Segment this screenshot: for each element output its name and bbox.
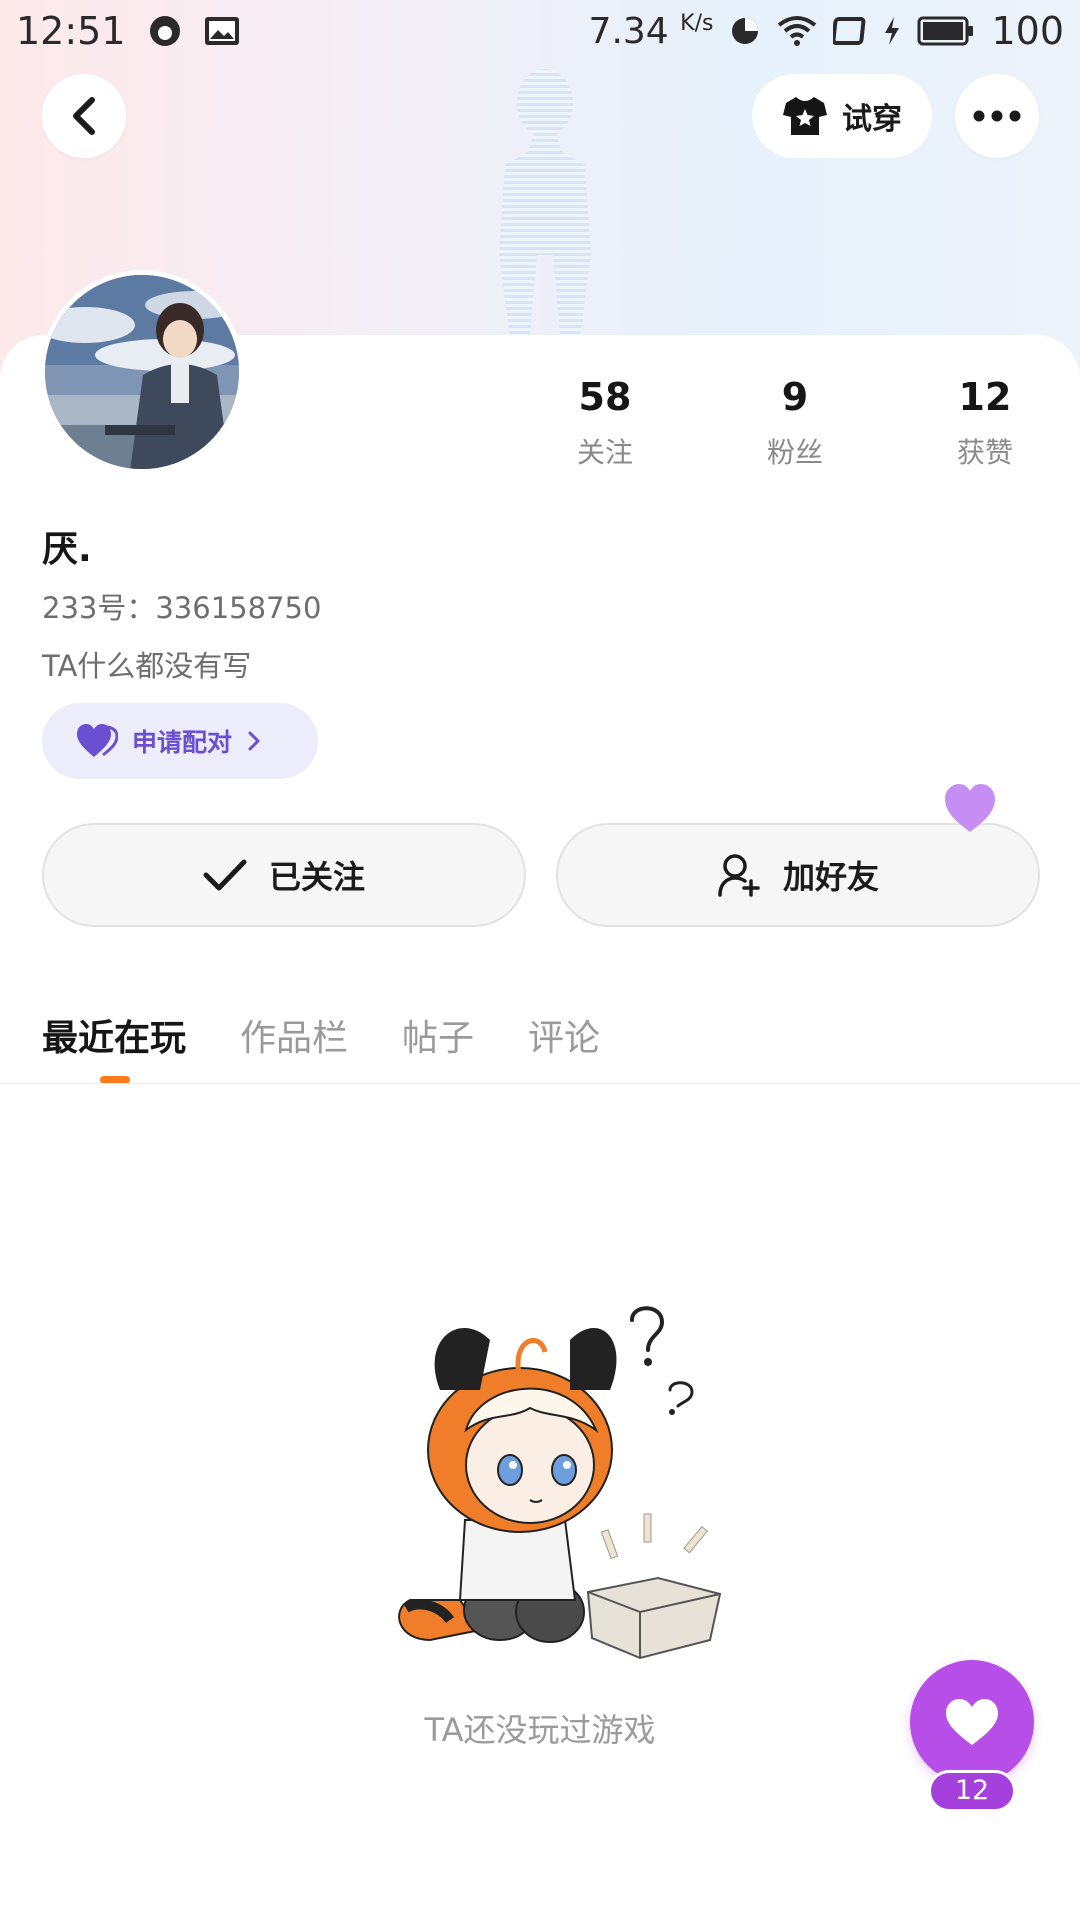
add-friend-label: 加好友 [782, 858, 879, 896]
like-fab-button[interactable] [910, 1660, 1034, 1784]
profile-tabs: 最近在玩 作品栏 帖子 评论 [42, 1000, 600, 1070]
tab-works[interactable]: 作品栏 [240, 1009, 348, 1061]
apply-pair-button[interactable]: 申请配对 [42, 703, 318, 779]
screen-icon [833, 16, 867, 46]
user-id: 233号：336158750 [42, 591, 322, 625]
app-notification-icon [148, 14, 182, 48]
net-speed: 7.34 K/s [588, 10, 714, 52]
check-icon [203, 859, 247, 891]
heart-icon [946, 1699, 998, 1745]
tab-recently-played[interactable]: 最近在玩 [42, 1009, 186, 1061]
stat-following-label: 关注 [576, 436, 633, 469]
status-bar: 12:51 7.34 K/s 100 [0, 0, 1080, 62]
avatar[interactable] [40, 270, 244, 474]
charging-icon [883, 16, 901, 46]
stat-likes-label: 获赞 [956, 436, 1013, 469]
followed-label: 已关注 [268, 858, 365, 896]
stat-following[interactable]: 58 关注 [535, 375, 675, 475]
avatar-image [45, 275, 239, 469]
data-saver-icon [729, 15, 761, 47]
heart-icon [945, 784, 995, 832]
tshirt-icon [783, 97, 827, 135]
gallery-notification-icon [204, 16, 240, 46]
battery-icon [917, 16, 975, 46]
stat-likes-value: 12 [958, 375, 1012, 419]
chevron-right-icon [248, 731, 260, 751]
add-friend-button[interactable]: 加好友 [556, 823, 1040, 927]
apply-pair-label: 申请配对 [132, 728, 233, 757]
back-button[interactable] [42, 74, 126, 158]
avatar-figure-hologram [499, 69, 591, 345]
stat-fans-label: 粉丝 [766, 436, 823, 469]
tab-comments[interactable]: 评论 [528, 1009, 600, 1061]
try-on-button[interactable]: 试穿 [752, 74, 932, 158]
status-time: 12:51 [16, 9, 126, 53]
more-dots-icon [973, 110, 1021, 122]
try-on-label: 试穿 [842, 102, 902, 137]
stat-fans-value: 9 [781, 375, 809, 419]
double-heart-icon [77, 724, 118, 757]
stat-likes[interactable]: 12 获赞 [915, 375, 1055, 475]
stat-following-value: 58 [578, 375, 632, 419]
more-button[interactable] [955, 74, 1039, 158]
profile-card [0, 335, 1080, 1920]
user-bio: TA什么都没有写 [42, 649, 252, 683]
stat-fans[interactable]: 9 粉丝 [725, 375, 865, 475]
like-count-badge: 12 [928, 1770, 1016, 1812]
profile-stats: 58 关注 9 粉丝 12 获赞 [535, 375, 1055, 475]
add-user-icon [718, 854, 760, 897]
chevron-left-icon [73, 97, 95, 135]
username: 厌. [42, 529, 92, 570]
tab-divider [0, 1083, 1080, 1084]
wifi-icon [777, 15, 817, 47]
tab-posts[interactable]: 帖子 [402, 1009, 474, 1061]
followed-button[interactable]: 已关注 [42, 823, 526, 927]
empty-state-illustration [398, 1306, 722, 1660]
battery-level: 100 [991, 9, 1064, 53]
